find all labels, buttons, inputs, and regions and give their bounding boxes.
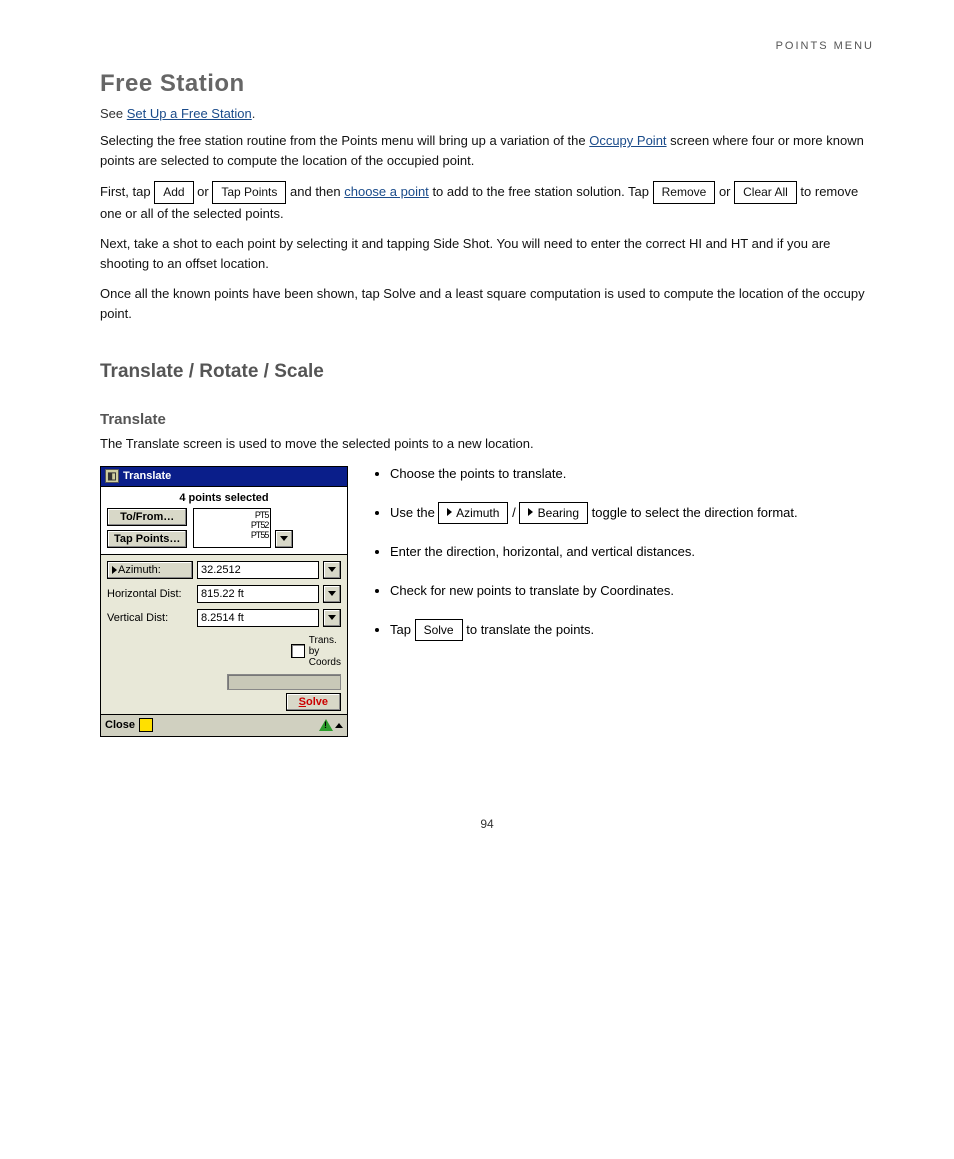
- text: Bearing: [538, 506, 579, 520]
- list-item: Use the Azimuth / Bearing toggle to sele…: [390, 502, 874, 525]
- azimuth-label: Azimuth:: [118, 564, 161, 576]
- paragraph: First, tap Add or Tap Points and then ch…: [100, 181, 874, 224]
- instruction-list: Choose the points to translate. Use the …: [372, 464, 874, 660]
- chevron-down-icon: [328, 615, 336, 620]
- paragraph: Once all the known points have been show…: [100, 284, 874, 324]
- warning-icon[interactable]: [319, 719, 333, 731]
- triangle-right-icon: [112, 566, 117, 574]
- hdist-label: Horizontal Dist:: [107, 586, 193, 602]
- section-header: POINTS MENU: [100, 40, 874, 52]
- heading-translate: Translate: [100, 411, 874, 428]
- link-choose-point[interactable]: choose a point: [344, 184, 429, 199]
- azimuth-toggle[interactable]: Azimuth:: [107, 561, 193, 579]
- status-bar: Close: [100, 715, 348, 737]
- button-ref-azimuth: Azimuth: [438, 502, 508, 525]
- map-point-label: PT55: [196, 531, 268, 541]
- close-button[interactable]: Close: [105, 719, 135, 731]
- link-occupy-point[interactable]: Occupy Point: [589, 133, 666, 148]
- chevron-up-icon[interactable]: [335, 723, 343, 728]
- trans-by-coords-label: Trans. by Coords: [309, 635, 341, 668]
- trans-by-coords-checkbox[interactable]: [291, 644, 305, 658]
- titlebar: ◧ Translate: [100, 466, 348, 486]
- solve-rest: olve: [306, 696, 328, 708]
- text: by: [309, 646, 341, 657]
- link-setup-free-station[interactable]: Set Up a Free Station: [127, 106, 252, 121]
- text: Selecting the free station routine from …: [100, 133, 589, 148]
- azimuth-dropdown[interactable]: [323, 561, 341, 579]
- subheading-free-station: See Set Up a Free Station.: [100, 106, 874, 121]
- list-item: Tap Solve to translate the points.: [390, 619, 874, 642]
- azimuth-input[interactable]: [197, 561, 319, 579]
- window-title: Translate: [123, 470, 171, 482]
- mid-panel: Azimuth: Horizontal Dist: Vertical Dist:: [100, 555, 348, 715]
- button-ref-bearing: Bearing: [519, 502, 588, 525]
- text: Coords: [309, 657, 341, 668]
- button-ref-remove: Remove: [653, 181, 716, 204]
- page-number: 94: [100, 817, 874, 831]
- triangle-right-icon: [447, 508, 452, 516]
- button-ref-solve: Solve: [415, 619, 463, 642]
- paragraph: Next, take a shot to each point by selec…: [100, 234, 874, 274]
- tap-points-button[interactable]: Tap Points…: [107, 530, 187, 548]
- text: toggle to select the direction format.: [592, 505, 798, 520]
- paragraph: The Translate screen is used to move the…: [100, 434, 874, 454]
- progress-bar: [227, 674, 341, 690]
- sun-icon[interactable]: [139, 718, 153, 732]
- list-item: Enter the direction, horizontal, and ver…: [390, 542, 874, 562]
- to-from-button[interactable]: To/From…: [107, 508, 187, 526]
- top-panel: 4 points selected To/From… Tap Points… P…: [100, 486, 348, 555]
- text: Trans.: [309, 635, 341, 646]
- solve-button[interactable]: Solve: [286, 693, 341, 711]
- text: Use the: [390, 505, 438, 520]
- heading-free-station: Free Station: [100, 70, 874, 98]
- triangle-right-icon: [528, 508, 533, 516]
- chevron-down-icon: [328, 567, 336, 572]
- chevron-down-icon: [280, 536, 288, 541]
- text: Azimuth: [456, 506, 499, 520]
- heading-trs: Translate / Rotate / Scale: [100, 361, 874, 383]
- paragraph: Selecting the free station routine from …: [100, 131, 874, 171]
- button-ref-tap-points: Tap Points: [212, 181, 286, 204]
- hdist-dropdown[interactable]: [323, 585, 341, 603]
- vdist-input[interactable]: [197, 609, 319, 627]
- vdist-dropdown[interactable]: [323, 609, 341, 627]
- text: /: [512, 505, 519, 520]
- button-ref-add: Add: [154, 181, 193, 204]
- text: See: [100, 106, 127, 121]
- list-item: Choose the points to translate.: [390, 464, 874, 484]
- text: and then: [290, 184, 344, 199]
- text: to translate the points.: [466, 622, 594, 637]
- button-ref-clear-all: Clear All: [734, 181, 797, 204]
- point-preview-map[interactable]: PT5 PT52 PT55: [193, 508, 271, 548]
- list-item: Check for new points to translate by Coo…: [390, 581, 874, 601]
- text: or: [719, 184, 734, 199]
- hdist-input[interactable]: [197, 585, 319, 603]
- text: or: [197, 184, 212, 199]
- app-icon: ◧: [105, 469, 119, 483]
- selected-count-label: 4 points selected: [107, 491, 341, 508]
- vdist-label: Vertical Dist:: [107, 610, 193, 626]
- text: First, tap: [100, 184, 154, 199]
- text: to add to the free station solution. Tap: [432, 184, 652, 199]
- map-dropdown-button[interactable]: [275, 530, 293, 548]
- text: Tap: [390, 622, 415, 637]
- translate-window: ◧ Translate 4 points selected To/From… T…: [100, 466, 348, 737]
- chevron-down-icon: [328, 591, 336, 596]
